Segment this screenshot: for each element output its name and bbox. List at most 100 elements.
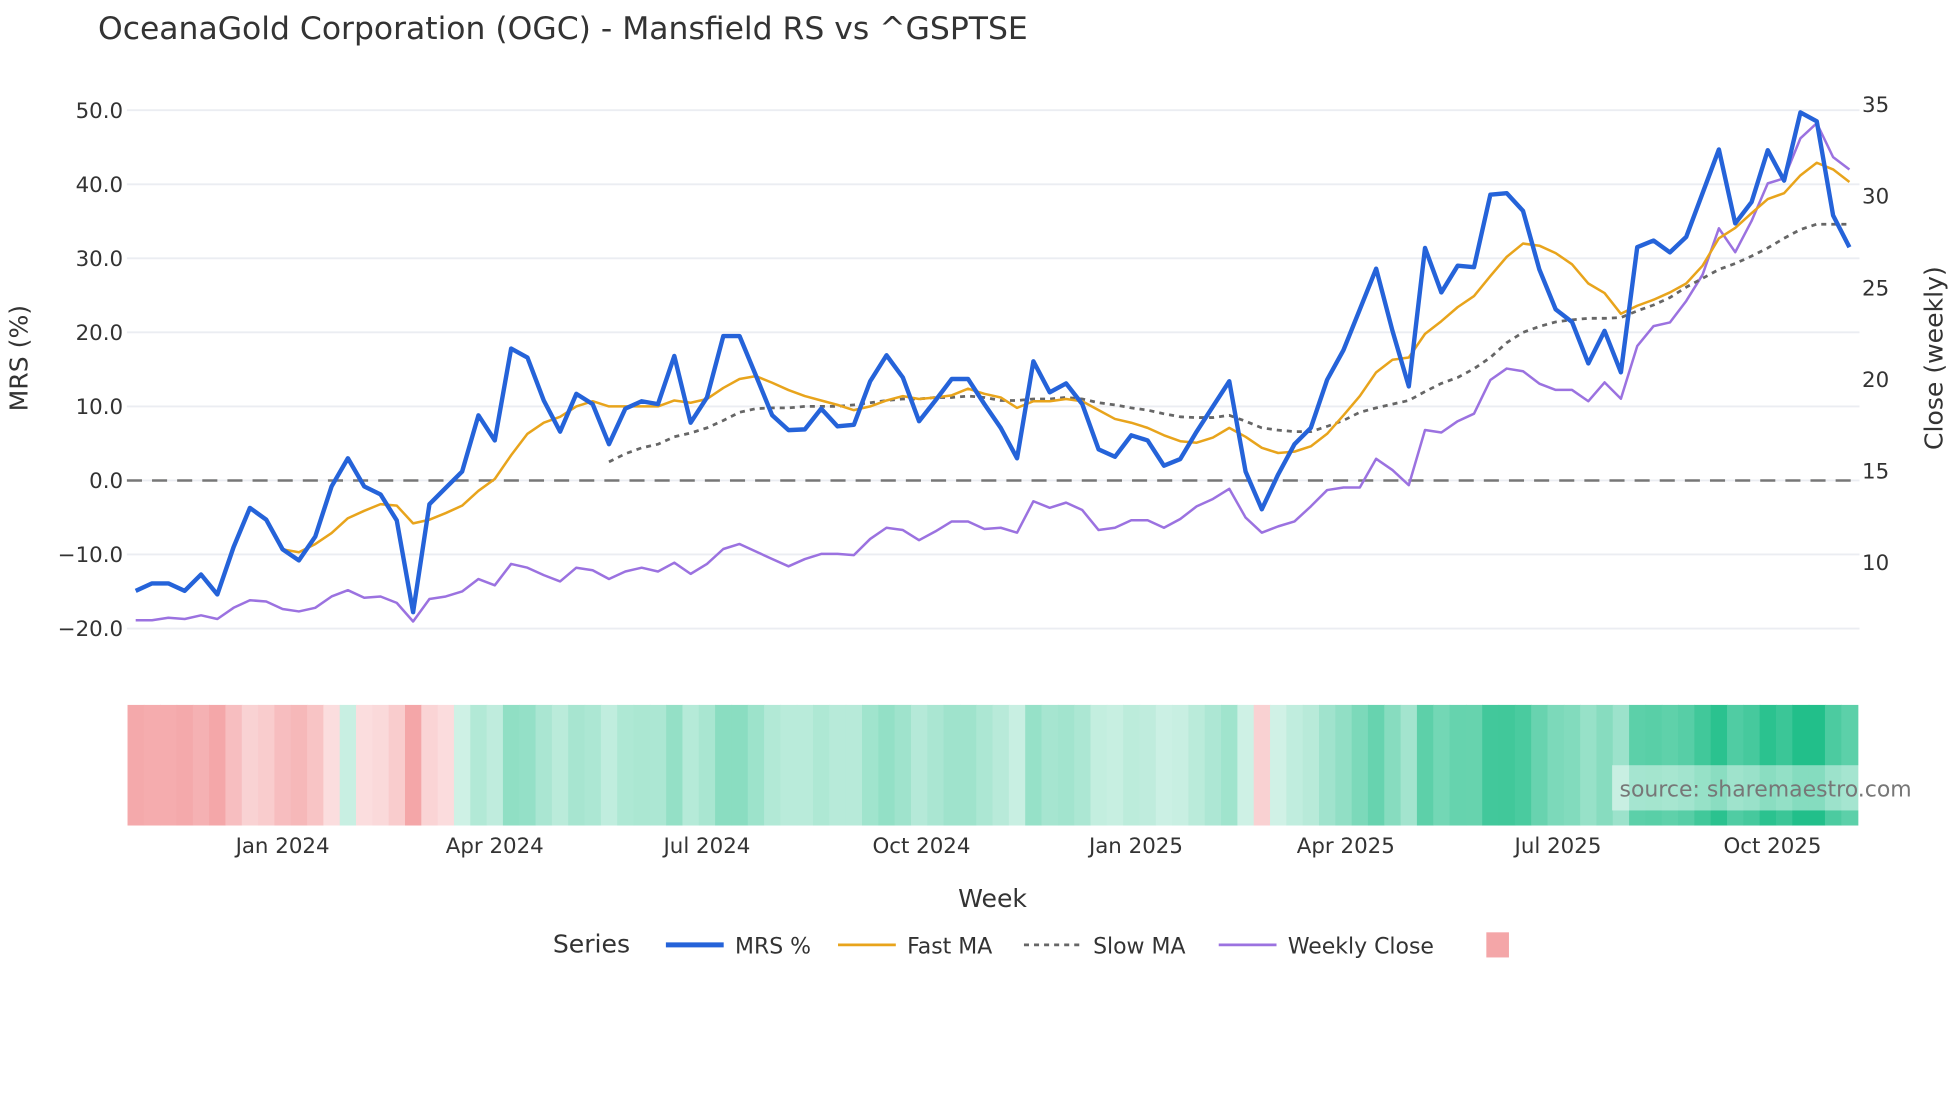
heatmap-cell [1057,704,1075,826]
heatmap-cell [1270,704,1288,826]
heatmap-cell [1449,704,1467,826]
heatmap-cell [666,704,684,826]
heatmap-cell [796,704,814,826]
legend: Series MRS % Fast MA Slow MA Weekly Close [553,929,1509,960]
heatmap-cell [535,704,553,826]
heatmap-cell [241,704,259,826]
heatmap-cell [747,704,765,826]
heatmap-strip [127,704,1859,826]
heatmap-cell [1367,704,1386,826]
y2-tick-label: 30 [1862,185,1889,210]
heatmap-cell [1531,704,1549,826]
y-tick-label: −10.0 [58,543,123,568]
y-tick-label: 30.0 [76,247,124,272]
heatmap-cell [421,704,439,826]
heatmap-cell [470,704,488,826]
heatmap-cell [1204,704,1222,826]
series-lines [134,110,1852,623]
y-tick-label: 40.0 [76,173,124,198]
heatmap-cell [1547,704,1565,826]
heatmap-cell [894,704,912,826]
heatmap-cell [568,704,586,826]
heatmap-cell [1123,704,1141,826]
heatmap-cell [943,704,961,826]
y-tick-label: −20.0 [58,617,123,642]
y-axis-ticks: 50.0 40.0 30.0 20.0 10.0 0.0 −10.0 −20.0 [58,99,123,642]
heatmap-cell [323,704,341,826]
heatmap-cell [1188,704,1206,826]
heatmap-cell [1106,704,1124,826]
legend-item-label: Slow MA [1093,935,1185,960]
heatmap-cell [649,704,667,826]
heatmap-cell [1221,704,1239,826]
heatmap-cell [764,704,782,826]
mrs-chart: OceanaGold Corporation (OGC) - Mansfield… [5,11,1952,960]
y2-tick-label: 35 [1862,93,1889,118]
heatmap-cell [1155,704,1173,826]
heatmap-cell [813,704,831,826]
series-line-mrs [134,110,1852,615]
x-tick-label: Oct 2024 [872,834,970,859]
heatmap-cell [927,704,945,826]
y2-tick-label: 25 [1862,276,1889,301]
heatmap-cell [633,704,651,826]
y-tick-label: 50.0 [76,99,124,124]
y2-axis-ticks: 35 30 25 20 15 10 [1862,93,1889,576]
heatmap-cell [845,704,863,826]
heatmap-cell [1465,704,1483,826]
x-tick-label: Jan 2024 [234,834,330,859]
x-tick-label: Jan 2025 [1087,834,1183,859]
heatmap-cell [780,704,798,826]
heatmap-cell [1563,704,1581,826]
heatmap-cell [1482,704,1500,826]
y2-tick-label: 10 [1862,551,1889,576]
heatmap-cell [878,704,896,826]
heatmap-cell [258,704,276,826]
heatmap-cell [1335,704,1353,826]
heatmap-cell [307,704,325,826]
heatmap-cell [1318,704,1337,826]
x-tick-label: Jul 2025 [1513,834,1602,859]
heatmap-cell [617,704,635,826]
heatmap-cell [1400,704,1418,826]
heatmap-cell [192,704,210,826]
heatmap-cell [1596,704,1614,826]
heatmap-cell [861,704,880,826]
x-axis-ticks: Jan 2024 Apr 2024 Jul 2024 Oct 2024 Jan 2025… [234,834,1822,859]
heatmap-cell [372,704,390,826]
gridlines [126,109,1860,630]
heatmap-cell [1498,704,1516,826]
heatmap-cell [976,704,994,826]
heatmap-cell [339,704,357,826]
heatmap-cell [1580,704,1598,826]
heatmap-cell [1302,704,1320,826]
y-tick-label: 0.0 [89,469,123,494]
heatmap-cell [404,704,423,826]
heatmap-cell [1433,704,1451,826]
legend-item-label: Fast MA [907,935,992,960]
heatmap-cell [1025,704,1043,826]
heatmap-cell [829,704,847,826]
heatmap-cell [502,704,520,826]
heatmap-cell [176,704,194,826]
y2-axis-label: Close (weekly) [1919,266,1948,450]
heatmap-cell [1237,704,1255,826]
chart-title: OceanaGold Corporation (OGC) - Mansfield… [98,11,1028,47]
heatmap-cell [356,704,374,826]
x-tick-label: Apr 2025 [1297,834,1395,859]
heatmap-cell [1416,704,1434,826]
heatmap-cell [910,704,929,826]
heatmap-cell [731,704,749,826]
heatmap-cell [274,704,292,826]
y-tick-label: 10.0 [76,395,124,420]
heatmap-cell [1008,704,1026,826]
heatmap-cell [1351,704,1369,826]
y2-tick-label: 15 [1862,460,1889,485]
legend-heatmap-swatch [1486,932,1509,958]
heatmap-cell [1090,704,1108,826]
heatmap-cell [1139,704,1157,826]
heatmap-cell [486,704,504,826]
x-axis-label: Week [958,884,1027,913]
x-tick-label: Apr 2024 [446,834,544,859]
heatmap-cell [290,704,308,826]
